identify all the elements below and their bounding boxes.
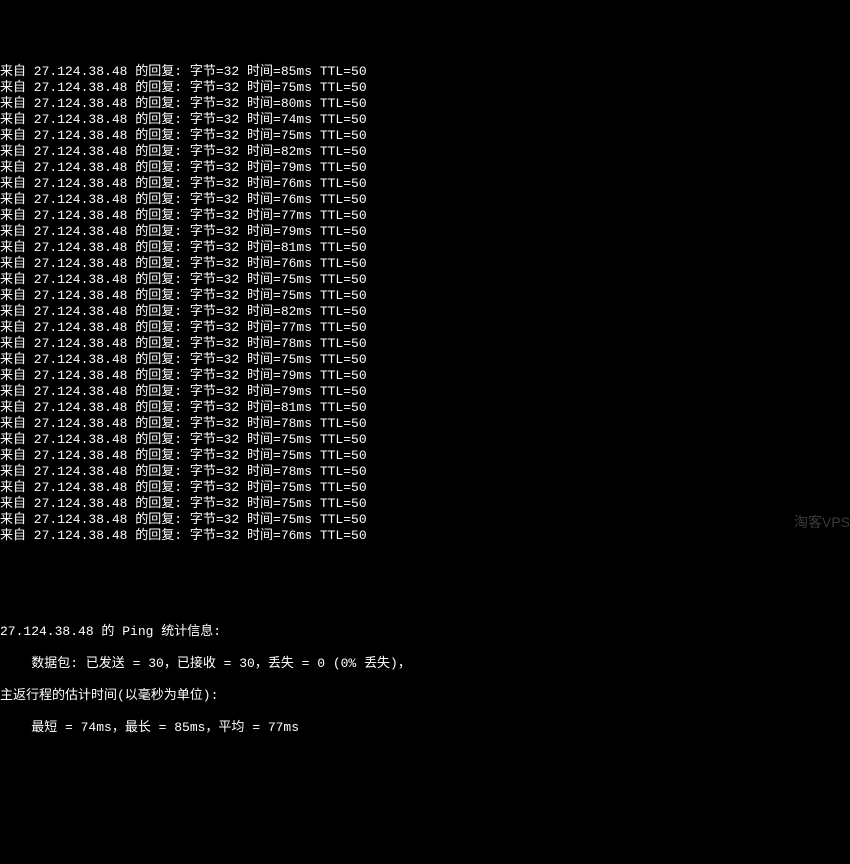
ping-reply-line: 来自 27.124.38.48 的回复: 字节=32 时间=77ms TTL=5…: [0, 320, 850, 336]
ping-reply-line: 来自 27.124.38.48 的回复: 字节=32 时间=79ms TTL=5…: [0, 368, 850, 384]
stats-blank: [0, 592, 850, 608]
stats-packets: 数据包: 已发送 = 30，已接收 = 30，丢失 = 0 (0% 丢失)，: [0, 656, 850, 672]
ping-reply-line: 来自 27.124.38.48 的回复: 字节=32 时间=76ms TTL=5…: [0, 176, 850, 192]
ping-reply-line: 来自 27.124.38.48 的回复: 字节=32 时间=79ms TTL=5…: [0, 160, 850, 176]
stats-rtt-header: 主返行程的估计时间(以毫秒为单位):: [0, 688, 850, 704]
ping-reply-line: 来自 27.124.38.48 的回复: 字节=32 时间=75ms TTL=5…: [0, 288, 850, 304]
ping-reply-line: 来自 27.124.38.48 的回复: 字节=32 时间=80ms TTL=5…: [0, 96, 850, 112]
ping-reply-line: 来自 27.124.38.48 的回复: 字节=32 时间=82ms TTL=5…: [0, 304, 850, 320]
ping-reply-line: 来自 27.124.38.48 的回复: 字节=32 时间=75ms TTL=5…: [0, 496, 850, 512]
ping-reply-line: 来自 27.124.38.48 的回复: 字节=32 时间=76ms TTL=5…: [0, 528, 850, 544]
ping-reply-line: 来自 27.124.38.48 的回复: 字节=32 时间=78ms TTL=5…: [0, 416, 850, 432]
ping-reply-line: 来自 27.124.38.48 的回复: 字节=32 时间=78ms TTL=5…: [0, 336, 850, 352]
stats-rtt-values: 最短 = 74ms，最长 = 85ms，平均 = 77ms: [0, 720, 850, 736]
terminal-output: 来自 27.124.38.48 的回复: 字节=32 时间=85ms TTL=5…: [0, 64, 850, 544]
ping-reply-line: 来自 27.124.38.48 的回复: 字节=32 时间=78ms TTL=5…: [0, 464, 850, 480]
watermark-text: 淘客VPS: [794, 514, 850, 530]
ping-reply-line: 来自 27.124.38.48 的回复: 字节=32 时间=79ms TTL=5…: [0, 224, 850, 240]
ping-reply-line: 来自 27.124.38.48 的回复: 字节=32 时间=74ms TTL=5…: [0, 112, 850, 128]
ping-reply-line: 来自 27.124.38.48 的回复: 字节=32 时间=75ms TTL=5…: [0, 432, 850, 448]
ping-reply-line: 来自 27.124.38.48 的回复: 字节=32 时间=75ms TTL=5…: [0, 80, 850, 96]
ping-reply-line: 来自 27.124.38.48 的回复: 字节=32 时间=82ms TTL=5…: [0, 144, 850, 160]
ping-reply-line: 来自 27.124.38.48 的回复: 字节=32 时间=76ms TTL=5…: [0, 256, 850, 272]
ping-reply-line: 来自 27.124.38.48 的回复: 字节=32 时间=75ms TTL=5…: [0, 352, 850, 368]
ping-reply-line: 来自 27.124.38.48 的回复: 字节=32 时间=75ms TTL=5…: [0, 272, 850, 288]
ping-reply-line: 来自 27.124.38.48 的回复: 字节=32 时间=76ms TTL=5…: [0, 192, 850, 208]
ping-reply-line: 来自 27.124.38.48 的回复: 字节=32 时间=79ms TTL=5…: [0, 384, 850, 400]
stats-header: 27.124.38.48 的 Ping 统计信息:: [0, 624, 850, 640]
ping-statistics: 27.124.38.48 的 Ping 统计信息: 数据包: 已发送 = 30，…: [0, 576, 850, 752]
ping-reply-line: 来自 27.124.38.48 的回复: 字节=32 时间=81ms TTL=5…: [0, 240, 850, 256]
ping-reply-line: 来自 27.124.38.48 的回复: 字节=32 时间=85ms TTL=5…: [0, 64, 850, 80]
ping-reply-line: 来自 27.124.38.48 的回复: 字节=32 时间=75ms TTL=5…: [0, 512, 850, 528]
ping-reply-line: 来自 27.124.38.48 的回复: 字节=32 时间=75ms TTL=5…: [0, 448, 850, 464]
ping-reply-line: 来自 27.124.38.48 的回复: 字节=32 时间=75ms TTL=5…: [0, 480, 850, 496]
ping-reply-line: 来自 27.124.38.48 的回复: 字节=32 时间=81ms TTL=5…: [0, 400, 850, 416]
ping-reply-line: 来自 27.124.38.48 的回复: 字节=32 时间=77ms TTL=5…: [0, 208, 850, 224]
ping-reply-line: 来自 27.124.38.48 的回复: 字节=32 时间=75ms TTL=5…: [0, 128, 850, 144]
